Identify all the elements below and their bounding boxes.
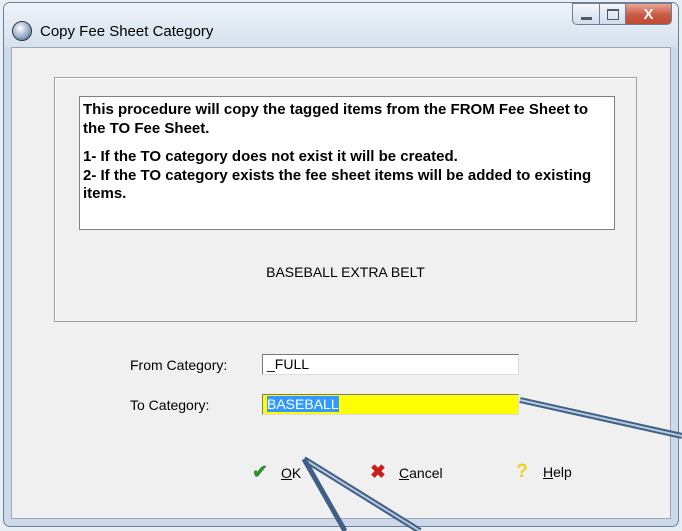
ok-button[interactable]: ✔ OK bbox=[251, 461, 301, 484]
minimize-icon bbox=[580, 16, 592, 20]
instructions-line: This procedure will copy the tagged item… bbox=[83, 101, 589, 137]
from-category-field[interactable]: _FULL bbox=[262, 354, 519, 375]
dialog-body: This procedure will copy the tagged item… bbox=[11, 47, 671, 519]
category-caption: BASEBALL EXTRA BELT bbox=[266, 264, 425, 280]
close-button[interactable]: X bbox=[626, 3, 672, 25]
dialog-window: Copy Fee Sheet Category X This procedure… bbox=[3, 2, 679, 527]
instructions-box: This procedure will copy the tagged item… bbox=[79, 96, 615, 230]
to-category-value: BASEBALL bbox=[267, 396, 339, 412]
close-icon: X bbox=[643, 5, 654, 23]
minimize-button[interactable] bbox=[572, 3, 600, 25]
window-controls: X bbox=[572, 3, 672, 27]
checkmark-icon: ✔ bbox=[252, 462, 268, 483]
ok-label: OK bbox=[281, 464, 302, 481]
cancel-button[interactable]: ✖ Cancel bbox=[369, 461, 443, 484]
help-label: Help bbox=[543, 464, 572, 480]
to-category-label: To Category: bbox=[130, 397, 210, 413]
to-category-field[interactable]: BASEBALL bbox=[262, 394, 519, 415]
cross-icon: ✖ bbox=[370, 462, 386, 483]
maximize-button[interactable] bbox=[600, 3, 626, 25]
title-bar[interactable]: Copy Fee Sheet Category X bbox=[4, 3, 678, 47]
question-mark-icon: ? bbox=[516, 461, 528, 482]
window-title: Copy Fee Sheet Category bbox=[40, 23, 214, 40]
help-button[interactable]: ? Help bbox=[513, 461, 572, 483]
instructions-line: 2- If the TO category exists the fee she… bbox=[83, 166, 592, 203]
app-globe-icon[interactable] bbox=[12, 21, 32, 41]
from-category-label: From Category: bbox=[130, 357, 228, 373]
cancel-label: Cancel bbox=[399, 464, 443, 481]
from-category-value: _FULL bbox=[267, 356, 310, 372]
maximize-icon bbox=[606, 8, 619, 20]
instructions-line: 1- If the TO category does not exist it … bbox=[83, 148, 458, 165]
info-group-box: This procedure will copy the tagged item… bbox=[54, 77, 637, 322]
